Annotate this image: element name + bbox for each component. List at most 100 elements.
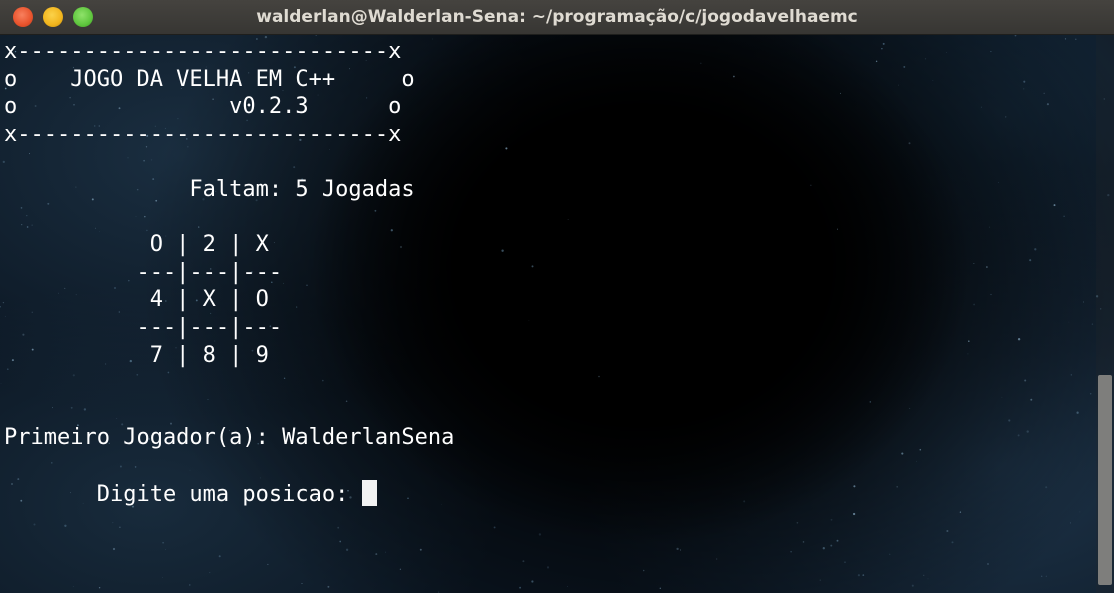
star <box>64 524 67 527</box>
star <box>990 293 992 296</box>
star <box>531 265 534 268</box>
star <box>659 587 661 589</box>
scrollbar-thumb[interactable] <box>1098 375 1112 585</box>
star <box>315 35 317 36</box>
terminal-area[interactable]: x----------------------------x o JOGO DA… <box>0 35 1114 593</box>
star <box>1075 38 1077 40</box>
star <box>822 547 825 550</box>
star <box>796 521 799 524</box>
terminal-line: O | 2 | X <box>149 232 269 258</box>
star <box>337 526 340 529</box>
star <box>1030 398 1033 401</box>
star <box>951 541 954 544</box>
star <box>419 548 422 551</box>
star <box>218 555 221 558</box>
star <box>968 340 970 342</box>
text-cursor[interactable] <box>361 479 377 506</box>
star <box>33 523 36 526</box>
star <box>1017 338 1021 341</box>
star <box>743 500 746 503</box>
star <box>946 529 949 533</box>
star <box>162 541 164 544</box>
star <box>493 526 496 529</box>
star <box>119 526 121 528</box>
star <box>0 306 1 308</box>
star <box>733 75 735 78</box>
star <box>927 578 929 580</box>
terminal-line: x----------------------------x <box>4 39 402 64</box>
terminal-line: Primeiro Jogador(a): WalderlanSena <box>4 425 455 451</box>
star <box>844 561 846 563</box>
star <box>546 566 550 569</box>
star <box>924 58 927 60</box>
star <box>209 572 211 574</box>
star <box>819 579 821 581</box>
star <box>72 586 74 587</box>
star <box>882 42 885 45</box>
star <box>932 80 934 81</box>
star <box>1008 419 1011 422</box>
star <box>345 548 349 551</box>
star <box>896 486 898 488</box>
star <box>903 65 906 68</box>
star <box>1029 259 1032 262</box>
star <box>990 51 992 53</box>
star <box>911 584 914 587</box>
title-bar[interactable]: walderlan@Walderlan-Sena: ~/programação/… <box>0 0 1114 35</box>
terminal-window: walderlan@Walderlan-Sena: ~/programação/… <box>0 0 1114 593</box>
star <box>830 544 833 547</box>
star <box>989 226 991 228</box>
star <box>1023 88 1025 90</box>
star <box>790 550 792 553</box>
star <box>1053 204 1056 207</box>
star <box>853 485 856 488</box>
star <box>840 92 841 94</box>
star <box>519 586 521 589</box>
star <box>1043 92 1045 95</box>
star <box>986 266 988 268</box>
star <box>881 47 883 50</box>
star <box>1079 511 1081 513</box>
star <box>889 553 891 555</box>
star <box>1083 301 1084 303</box>
star <box>836 228 839 230</box>
star <box>165 548 166 550</box>
star <box>980 106 982 108</box>
star <box>567 219 569 220</box>
star <box>267 563 269 565</box>
star <box>973 263 975 265</box>
star <box>384 551 386 553</box>
star <box>987 563 989 565</box>
star <box>1001 396 1003 398</box>
star <box>869 401 872 403</box>
star <box>1046 103 1049 106</box>
star <box>676 547 679 551</box>
star <box>327 585 330 588</box>
star <box>339 540 342 543</box>
star <box>1034 248 1037 251</box>
star <box>973 303 975 306</box>
star <box>1014 35 1017 37</box>
star <box>1004 116 1007 118</box>
star <box>598 375 600 378</box>
star <box>830 518 833 521</box>
star <box>1070 374 1072 376</box>
star <box>399 568 402 570</box>
terminal-line: 4 | X | O <box>149 287 269 313</box>
star <box>522 560 525 563</box>
star <box>1017 434 1020 437</box>
star <box>375 553 378 556</box>
star <box>301 583 303 585</box>
star <box>857 574 861 577</box>
terminal-line: ---|---|--- <box>136 314 283 340</box>
star <box>802 541 805 543</box>
star <box>189 584 191 586</box>
star <box>1091 323 1094 325</box>
input-prompt: Digite uma posicao: <box>4 481 362 507</box>
terminal-line: Faltam: 5 Jogadas <box>189 176 415 202</box>
terminal-line: 7 | 8 | 9 <box>149 342 269 368</box>
star <box>946 52 947 53</box>
star <box>919 448 922 451</box>
star <box>438 591 440 593</box>
star <box>161 577 163 578</box>
